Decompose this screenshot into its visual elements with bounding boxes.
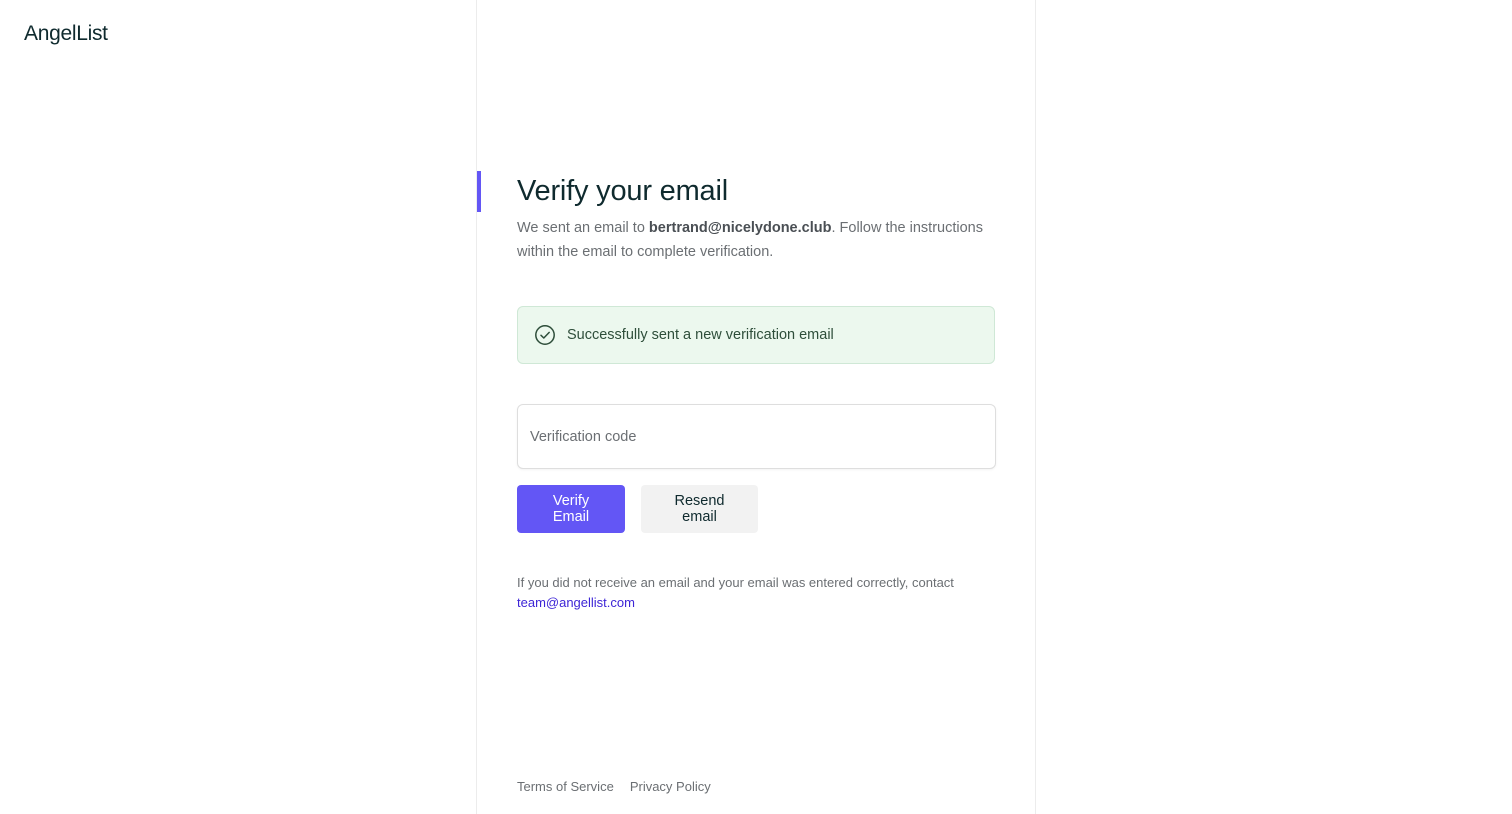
- help-message: If you did not receive an email and your…: [517, 575, 954, 590]
- action-buttons: Verify Email Resend email: [517, 485, 996, 533]
- contact-email-link[interactable]: team@angellist.com: [517, 593, 996, 613]
- subtitle-prefix: We sent an email to: [517, 220, 649, 236]
- verify-email-panel: Verify your email We sent an email to be…: [517, 172, 996, 613]
- main-column: Verify your email We sent an email to be…: [476, 0, 1036, 814]
- footer-links: Terms of Service Privacy Policy: [517, 779, 711, 794]
- privacy-policy-link[interactable]: Privacy Policy: [630, 779, 711, 794]
- angellist-logo[interactable]: AngelList: [24, 22, 108, 46]
- terms-of-service-link[interactable]: Terms of Service: [517, 779, 614, 794]
- verification-code-input[interactable]: [518, 405, 995, 468]
- help-text: If you did not receive an email and your…: [517, 573, 996, 613]
- page-title: Verify your email: [517, 175, 728, 207]
- verify-subtitle: We sent an email to bertrand@nicelydone.…: [517, 216, 996, 264]
- resend-email-button[interactable]: Resend email: [641, 485, 758, 533]
- verification-code-field: [517, 404, 996, 469]
- alert-message: Successfully sent a new verification ema…: [567, 327, 834, 343]
- accent-bar: [477, 171, 481, 212]
- check-circle-icon: [534, 324, 556, 346]
- verify-email-button[interactable]: Verify Email: [517, 485, 625, 533]
- sent-to-email: bertrand@nicelydone.club: [648, 220, 832, 236]
- success-alert: Successfully sent a new verification ema…: [517, 306, 995, 364]
